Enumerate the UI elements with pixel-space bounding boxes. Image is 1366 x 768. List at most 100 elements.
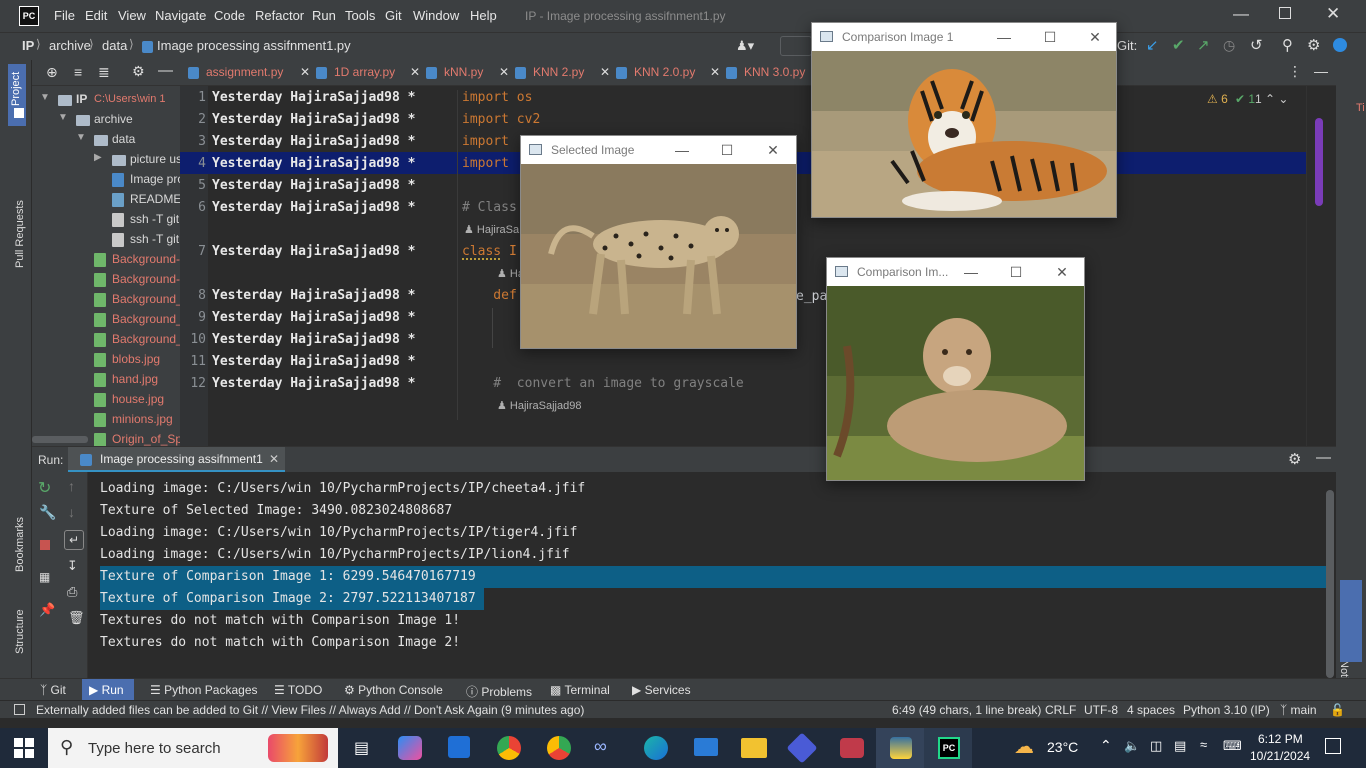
console-line[interactable]: Textures do not match with Comparison Im… [100, 635, 460, 650]
run-tab[interactable]: Image processing assifnment1 ✕ [68, 447, 285, 473]
python-taskbar-button[interactable] [876, 728, 924, 768]
line-separator[interactable]: CRLF [1045, 703, 1076, 717]
status-message[interactable]: Externally added files can be added to G… [36, 703, 584, 717]
close-icon[interactable]: ✕ [1326, 4, 1340, 24]
search-icon[interactable]: ⚲ [1282, 36, 1293, 54]
code-line[interactable]: # convert an image to grayscale [462, 376, 743, 391]
settings-icon[interactable]: ⚙ [1307, 36, 1320, 54]
tree-item[interactable]: Origin_of_Sp [32, 430, 180, 446]
menu-edit[interactable]: Edit [85, 8, 107, 23]
weather-icon[interactable]: ☁ [1014, 734, 1034, 759]
menu-view[interactable]: View [118, 8, 146, 23]
maximize-icon[interactable] [1279, 7, 1291, 19]
tree-item[interactable]: ▼ data [32, 130, 180, 150]
code-line[interactable]: import [462, 134, 517, 149]
console-line[interactable]: Loading image: C:/Users/win 10/PycharmPr… [100, 547, 570, 562]
tree-item[interactable]: README. [32, 190, 180, 210]
blame-annotation[interactable]: Yesterday HajiraSajjad98 * [212, 310, 416, 325]
window-titlebar[interactable]: Selected Image — ☐ ✕ [521, 136, 796, 164]
stop-icon[interactable] [40, 540, 50, 550]
maximize-icon[interactable]: ☐ [1006, 262, 1026, 282]
hide-icon[interactable]: — [158, 62, 173, 79]
breadcrumb-data[interactable]: data [102, 38, 127, 53]
pycharm-logo[interactable]: PC [19, 6, 39, 26]
notifications-button[interactable] [1340, 580, 1362, 662]
close-icon[interactable]: ✕ [410, 65, 420, 79]
indent-setting[interactable]: 4 spaces [1127, 703, 1175, 717]
code-line[interactable]: class I [462, 244, 517, 259]
volume-icon[interactable]: 🔈 [1124, 738, 1140, 754]
network-icon[interactable]: ▤ [1174, 738, 1186, 754]
tree-item[interactable]: blobs.jpg [32, 350, 180, 370]
minimize-icon[interactable]: — [672, 140, 692, 160]
blame-annotation[interactable]: Yesterday HajiraSajjad98 * [212, 178, 416, 193]
pin-icon[interactable]: 📌 [39, 602, 55, 618]
push-icon[interactable]: ↗ [1197, 36, 1210, 54]
history-icon[interactable]: ◷ [1223, 37, 1235, 54]
blame-annotation[interactable]: Yesterday HajiraSajjad98 * [212, 112, 416, 127]
print-icon[interactable]: ⎙ [67, 584, 77, 600]
breadcrumb-file[interactable]: Image processing assifnment1.py [157, 38, 351, 53]
chrome-profile-icon[interactable] [547, 736, 571, 760]
menu-window[interactable]: Window [413, 8, 459, 23]
file-explorer-icon[interactable] [741, 738, 767, 758]
expand-all-icon[interactable]: ≡ [74, 64, 82, 80]
close-icon[interactable]: ✕ [269, 452, 279, 466]
tab-services[interactable]: ▶ Services [632, 683, 691, 697]
arrow-down-icon[interactable]: ↓ [68, 504, 75, 520]
pull-requests-tool-label[interactable]: Pull Requests [14, 200, 26, 268]
menu-code[interactable]: Code [214, 8, 245, 23]
wrench-icon[interactable]: 🔧 [39, 504, 56, 521]
update-project-icon[interactable]: ↙ [1146, 36, 1159, 54]
console-line[interactable]: Texture of Selected Image: 3490.08230248… [100, 503, 452, 518]
notification-center-icon[interactable] [1325, 738, 1341, 754]
file-encoding[interactable]: UTF-8 [1084, 703, 1118, 717]
task-view-icon[interactable]: ▤ [354, 738, 369, 758]
tab-problems[interactable]: ⓘ Problems [466, 683, 532, 700]
menu-file[interactable]: File [54, 8, 75, 23]
maximize-icon[interactable]: ☐ [717, 140, 737, 160]
link-icon[interactable]: ∞ [594, 736, 607, 757]
blame-annotation[interactable]: Yesterday HajiraSajjad98 * [212, 332, 416, 347]
gear-icon[interactable]: ⚙ [1288, 450, 1301, 468]
blame-annotation[interactable]: Yesterday HajiraSajjad98 * [212, 288, 416, 303]
structure-tool-label[interactable]: Structure [14, 609, 26, 654]
window-titlebar[interactable]: Comparison Image 1 — ☐ ✕ [812, 23, 1116, 51]
menu-help[interactable]: Help [470, 8, 497, 23]
tree-item[interactable]: ▼ archive [32, 110, 180, 130]
chevron-down-icon[interactable]: ▼ [40, 92, 50, 103]
comparison-image-1-window[interactable]: Comparison Image 1 — ☐ ✕ [811, 22, 1117, 218]
more-tabs-icon[interactable]: ⋮ [1288, 63, 1302, 80]
layout-icon[interactable]: ▦ [39, 570, 50, 584]
console-line[interactable]: Loading image: C:/Users/win 10/PycharmPr… [100, 525, 577, 540]
ok-indicator[interactable]: ✔ 1 [1235, 92, 1255, 106]
close-icon[interactable]: ✕ [499, 65, 509, 79]
minimize-icon[interactable]: — [961, 262, 981, 282]
console-scrollbar[interactable] [1326, 490, 1334, 678]
tree-item[interactable]: ssh -T git [32, 230, 180, 250]
commit-icon[interactable]: ✔ [1172, 36, 1185, 54]
code-line[interactable]: def [462, 288, 517, 303]
comparison-image-2-window[interactable]: Comparison Im... — ☐ ✕ [826, 257, 1085, 481]
code-line[interactable]: import cv2 [462, 112, 540, 127]
code-line[interactable]: import [462, 156, 517, 171]
collapse-all-icon[interactable]: ≣ [98, 64, 110, 81]
minimize-icon[interactable]: — [994, 27, 1014, 47]
tree-item[interactable]: house.jpg [32, 390, 180, 410]
close-icon[interactable]: ✕ [1052, 262, 1072, 282]
scroll-thumb[interactable] [1315, 118, 1323, 206]
breadcrumb-archive[interactable]: archive [49, 38, 91, 53]
close-icon[interactable]: ✕ [1085, 27, 1105, 47]
tab-run-label-wrap[interactable]: ▶ Run [89, 683, 124, 697]
blame-annotation[interactable]: Yesterday HajiraSajjad98 * [212, 354, 416, 369]
chrome-icon[interactable] [497, 736, 521, 760]
blame-annotation[interactable]: Yesterday HajiraSajjad98 * [212, 244, 416, 259]
keyboard-icon[interactable]: ⌨ [1223, 738, 1242, 754]
hide-icon[interactable]: — [1316, 449, 1331, 466]
pycharm-taskbar-button[interactable]: PC [924, 728, 972, 768]
selected-image-window[interactable]: Selected Image — ☐ ✕ [520, 135, 797, 349]
store-icon[interactable] [448, 736, 470, 758]
chevron-up-icon[interactable]: ⌃ [1100, 737, 1112, 754]
git-branch[interactable]: ᛉ main [1280, 703, 1317, 717]
close-icon[interactable]: ✕ [300, 65, 310, 79]
